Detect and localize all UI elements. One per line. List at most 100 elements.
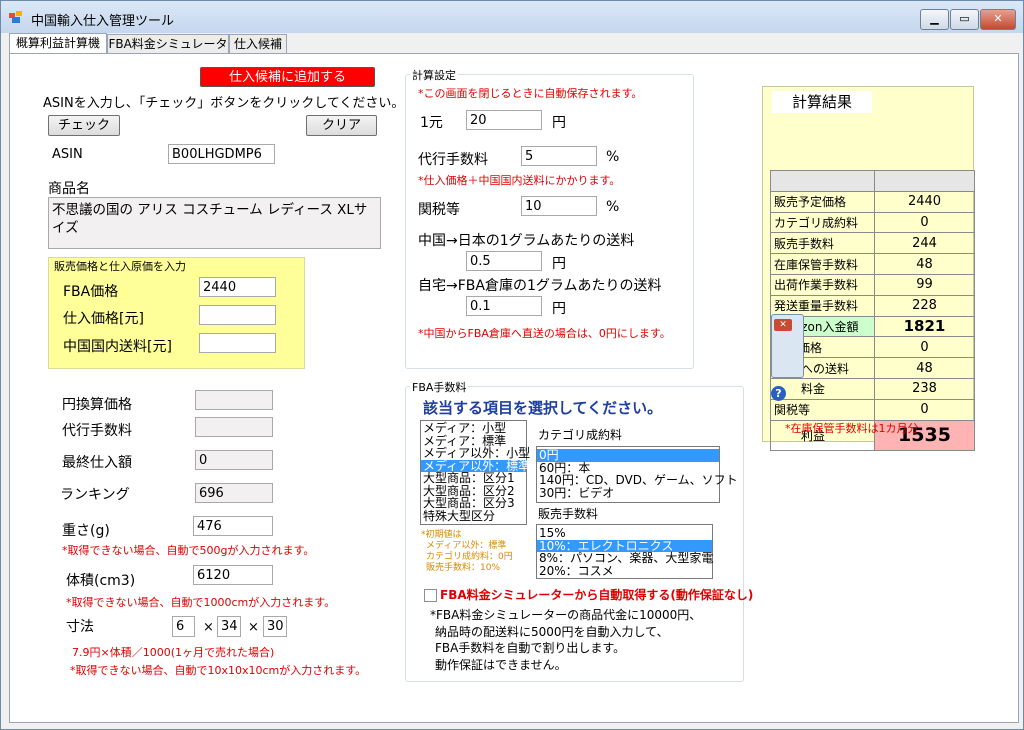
dimension-length-input[interactable]: 6: [172, 616, 195, 637]
result-value: 244: [874, 232, 975, 255]
result-label: 販売予定価格: [770, 190, 875, 213]
minimize-button[interactable]: ▁: [920, 9, 949, 30]
purchase-price-input[interactable]: [199, 305, 276, 325]
default-note-line: メディア以外：標準: [426, 541, 507, 551]
agency-rate-input[interactable]: 5: [521, 146, 597, 166]
product-name-label: 商品名: [48, 181, 90, 197]
home-fba-shipping-input[interactable]: 0.1: [466, 296, 542, 316]
result-value: 1821: [874, 315, 975, 338]
volume-input[interactable]: 6120: [193, 565, 273, 585]
exchange-rate-label: 1元: [420, 115, 443, 131]
exchange-rate-unit: 円: [552, 115, 566, 131]
tab-profit-calculator[interactable]: 概算利益計算機: [9, 33, 107, 54]
asin-input[interactable]: B00LHGDMP6: [168, 144, 275, 164]
size-list-item[interactable]: メディア以外：小型: [421, 447, 530, 460]
help-icon[interactable]: ?: [771, 386, 786, 401]
product-name-field[interactable]: 不思議の国の アリス コスチューム レディース XLサイズ: [48, 197, 381, 249]
result-label: 在庫保管手数料: [770, 253, 875, 275]
tab-fba-simulator[interactable]: FBA料金シミュレーター: [107, 34, 229, 69]
category-list-item[interactable]: 0円: [537, 449, 719, 462]
default-note-line: カテゴリ成約料：0円: [426, 552, 513, 562]
result-label: 関税等: [770, 398, 875, 421]
ranking-label: ランキング: [60, 487, 130, 503]
tab-page-profit-calculator: 仕入候補に追加する ASINを入力し、「チェック」ボタンをクリックしてください。…: [9, 53, 1019, 723]
size-list-item[interactable]: メディア：小型: [421, 422, 526, 435]
dimension-note-2: *取得できない場合、自動で10x10x10cmが入力されます。: [70, 664, 367, 677]
result-label: 販売手数料: [770, 232, 875, 255]
result-label: 料金: [770, 377, 875, 400]
cn-jp-shipping-input[interactable]: 0.5: [466, 251, 542, 271]
maximize-icon: ▭: [959, 12, 970, 25]
minimize-icon: ▁: [930, 12, 939, 25]
direct-shipping-note: *中国からFBA倉庫へ直送の場合は、0円にします。: [418, 327, 671, 340]
tariff-unit: %: [606, 199, 620, 215]
result-label: 出荷作業手数料: [770, 273, 875, 296]
result-table: 販売予定価格 2440 カテゴリ成約料 0 販売手数料 244 在庫保管手数料 48 出…: [770, 170, 975, 451]
check-button[interactable]: チェック: [48, 115, 120, 136]
exchange-rate-input[interactable]: 20: [466, 110, 542, 130]
agency-rate-unit: %: [606, 149, 620, 165]
dimension-note-1: 7.9円×体積／1000(1ヶ月で売れた場合): [72, 646, 275, 659]
tariff-input[interactable]: 10: [521, 196, 597, 216]
domestic-shipping-input[interactable]: [199, 333, 276, 353]
sales-fee-list-item[interactable]: 20%：コスメ: [537, 564, 712, 578]
size-list-item[interactable]: 大型商品：区分3: [421, 497, 526, 510]
agency-rate-label: 代行手数料: [418, 152, 488, 168]
dimension-width-input[interactable]: 34: [217, 616, 241, 637]
default-note-line: 販売手数料：10%: [426, 563, 501, 573]
tariff-label: 関税等: [418, 202, 460, 218]
price-input-group: 販売価格と仕入原価を入力 FBA価格 2440 仕入価格[元] 中国国内送料[元…: [48, 257, 305, 369]
result-value: 48: [874, 253, 975, 275]
domestic-shipping-label: 中国国内送料[元]: [63, 339, 172, 355]
description-line: *FBA料金シミュレーターの商品代金に10000円、: [430, 608, 702, 622]
title-bar: 中国輸入仕入管理ツール ▁ ▭ ✕: [1, 1, 1023, 33]
clear-button[interactable]: クリア: [306, 115, 377, 136]
dimension-height-input[interactable]: 30: [263, 616, 287, 637]
size-list-item[interactable]: 特殊大型区分: [421, 509, 526, 523]
home-fba-shipping-unit: 円: [552, 301, 566, 317]
ranking-field: 696: [195, 483, 273, 503]
category-fee-listbox[interactable]: 0円 60円：本 140円：CD、DVD、ゲーム、ソフト 30円：ビデオ: [536, 446, 738, 503]
result-value: 2440: [874, 190, 975, 213]
category-list-item[interactable]: 30円：ビデオ: [537, 486, 719, 500]
agency-note: *仕入価格＋中国国内送料にかかります。: [418, 174, 621, 187]
sales-fee-list-item[interactable]: 15%: [537, 527, 712, 540]
description-line: 納品時の配送料に5000円を自動入力して、: [435, 624, 669, 639]
close-button[interactable]: ✕: [980, 9, 1016, 30]
maximize-button[interactable]: ▭: [950, 9, 979, 30]
overlapping-popup[interactable]: ✕: [771, 314, 804, 378]
purchase-price-label: 仕入価格[元]: [63, 311, 144, 327]
app-icon: [9, 11, 22, 23]
auto-fetch-checkbox[interactable]: [424, 589, 437, 602]
weight-input[interactable]: 476: [193, 516, 273, 536]
result-value: 0: [874, 211, 975, 234]
settings-group-title: 計算設定: [410, 67, 458, 83]
close-icon: ✕: [993, 12, 1003, 25]
final-cost-label: 最終仕入額: [62, 455, 132, 471]
result-title: 計算結果: [772, 91, 872, 113]
yen-price-field: [195, 390, 273, 410]
popup-close-icon[interactable]: ✕: [774, 319, 792, 331]
sales-fee-listbox[interactable]: 15% 10%：エレクトロニクス 8%：パソコン、楽器、大型家電 20%：コスメ: [536, 524, 713, 579]
sales-fee-list-item[interactable]: 8%：パソコン、楽器、大型家電: [537, 552, 713, 565]
auto-fetch-description: *FBA料金シミュレーターの商品代金に10000円、 納品時の配送料に5000円…: [430, 607, 701, 673]
auto-fetch-label: FBA料金シミュレーターから自動取得する(動作保証なし): [440, 588, 754, 602]
add-candidate-button[interactable]: 仕入候補に追加する: [200, 67, 375, 87]
table-row: カテゴリ成約料 0: [770, 211, 975, 234]
window-title: 中国輸入仕入管理ツール: [31, 14, 175, 29]
fba-price-input[interactable]: 2440: [199, 277, 276, 297]
size-list-item[interactable]: 大型商品：区分1: [421, 472, 526, 485]
table-row: 発送重量手数料 228: [770, 294, 975, 317]
category-list-item[interactable]: 140円：CD、DVD、ゲーム、ソフト: [537, 474, 738, 487]
result-value: 0: [874, 336, 975, 359]
size-listbox[interactable]: メディア：小型 メディア：標準 メディア以外：小型 メディア以外：標準 大型商品：区分1…: [420, 420, 530, 525]
yen-price-label: 円換算価格: [62, 397, 132, 413]
result-value: 48: [874, 357, 975, 379]
sales-fee-label: 販売手数料: [538, 507, 599, 521]
category-fee-label: カテゴリ成約料: [538, 428, 623, 442]
table-row: 出荷作業手数料 99: [770, 273, 975, 296]
tab-candidates[interactable]: 仕入候補: [229, 34, 287, 53]
instruction-text: ASINを入力し、「チェック」ボタンをクリックしてください。: [43, 96, 405, 111]
result-value: 238: [874, 377, 975, 400]
home-fba-shipping-label: 自宅→FBA倉庫の1グラムあたりの送料: [418, 278, 662, 294]
